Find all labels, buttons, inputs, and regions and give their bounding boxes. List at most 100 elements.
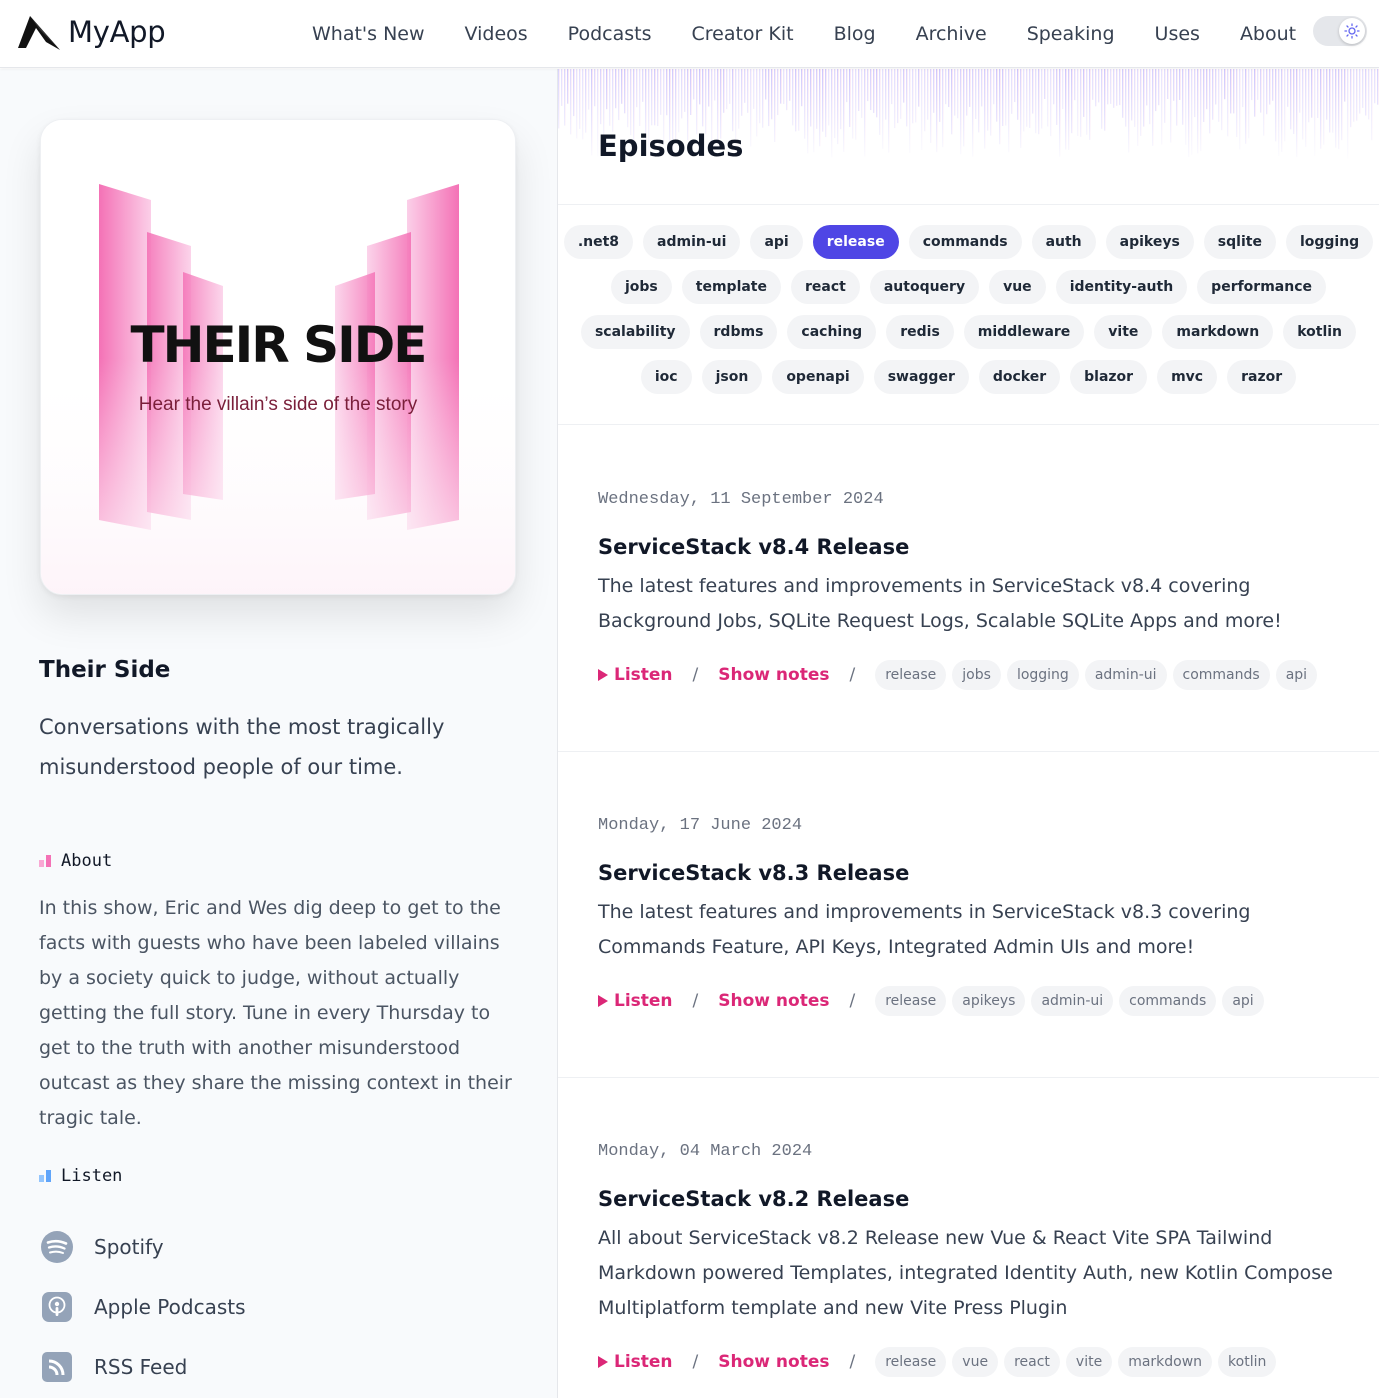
tag-filter-mvc[interactable]: mvc bbox=[1157, 360, 1218, 394]
listen-heading: Listen bbox=[39, 1166, 122, 1186]
listen-rss-feed[interactable]: RSS Feed bbox=[40, 1337, 246, 1397]
tag-filter-blazor[interactable]: blazor bbox=[1070, 360, 1148, 394]
nav-whats-new[interactable]: What's New bbox=[292, 23, 445, 45]
tag-row: jobs template react autoquery vue identity-au… bbox=[558, 270, 1379, 304]
tag-filter-openapi[interactable]: openapi bbox=[772, 360, 864, 394]
tag-filter-rdbms[interactable]: rdbms bbox=[699, 315, 778, 349]
episode-tag[interactable]: commands bbox=[1172, 660, 1270, 690]
tag-filter-ioc[interactable]: ioc bbox=[640, 360, 692, 394]
episodes-title: Episodes bbox=[598, 129, 744, 163]
episode-tag[interactable]: jobs bbox=[952, 660, 1001, 690]
episode-title[interactable]: ServiceStack v8.4 Release bbox=[598, 535, 909, 559]
tag-filter-kotlin[interactable]: kotlin bbox=[1283, 315, 1357, 349]
tag-filter-docker[interactable]: docker bbox=[978, 360, 1061, 394]
tag-filter-api[interactable]: api bbox=[750, 225, 803, 259]
show-notes-link[interactable]: Show notes bbox=[718, 991, 829, 1011]
tag-filter-net8[interactable]: .net8 bbox=[563, 225, 634, 259]
app-name: MyApp bbox=[68, 15, 166, 49]
tag-filter-identity-auth[interactable]: identity-auth bbox=[1055, 270, 1188, 304]
episode-tag[interactable]: release bbox=[875, 660, 947, 690]
tag-filter-caching[interactable]: caching bbox=[787, 315, 877, 349]
tag-row: scalability rdbms caching redis middleware vi… bbox=[558, 315, 1379, 349]
listen-link[interactable]: Listen bbox=[598, 1352, 673, 1372]
listen-spotify[interactable]: Spotify bbox=[40, 1217, 246, 1277]
tag-filter-react[interactable]: react bbox=[791, 270, 860, 304]
nav-archive[interactable]: Archive bbox=[896, 23, 1007, 45]
theme-toggle[interactable] bbox=[1313, 16, 1367, 46]
nav-podcasts[interactable]: Podcasts bbox=[548, 23, 672, 45]
episode-tags: release jobs logging admin-ui commands api bbox=[875, 660, 1318, 690]
nav-speaking[interactable]: Speaking bbox=[1007, 23, 1135, 45]
listen-links: Spotify Apple Podcasts RSS Feed bbox=[40, 1217, 246, 1397]
episode-description: The latest features and improvements in … bbox=[598, 575, 1282, 632]
episode-card: Wednesday, 11 September 2024 ServiceStac… bbox=[558, 426, 1379, 752]
episode-tag[interactable]: apikeys bbox=[952, 986, 1026, 1016]
tag-filter-autoquery[interactable]: autoquery bbox=[869, 270, 980, 304]
episode-tag[interactable]: logging bbox=[1006, 660, 1079, 690]
separator: / bbox=[849, 991, 856, 1011]
tag-filter-swagger[interactable]: swagger bbox=[873, 360, 969, 394]
tag-filter-scalability[interactable]: scalability bbox=[580, 315, 690, 349]
nav-blog[interactable]: Blog bbox=[814, 23, 896, 45]
episode-tag[interactable]: release bbox=[875, 1347, 947, 1377]
main-nav: What's New Videos Podcasts Creator Kit B… bbox=[292, 0, 1316, 68]
tag-filter-vite[interactable]: vite bbox=[1094, 315, 1153, 349]
episode-tag[interactable]: commands bbox=[1119, 986, 1217, 1016]
episode-tag[interactable]: react bbox=[1004, 1347, 1060, 1377]
tag-row: .net8 admin-ui api release commands auth apike… bbox=[558, 225, 1379, 259]
episode-tag[interactable]: api bbox=[1222, 986, 1264, 1016]
separator: / bbox=[692, 1352, 699, 1372]
nav-videos[interactable]: Videos bbox=[445, 23, 548, 45]
listen-link[interactable]: Listen bbox=[598, 665, 673, 685]
episode-title[interactable]: ServiceStack v8.3 Release bbox=[598, 861, 909, 885]
episode-tag[interactable]: vite bbox=[1065, 1347, 1113, 1377]
tag-filter-release[interactable]: release bbox=[812, 225, 899, 259]
nav-uses[interactable]: Uses bbox=[1135, 23, 1220, 45]
sun-icon bbox=[1344, 23, 1360, 39]
nav-creator-kit[interactable]: Creator Kit bbox=[671, 23, 813, 45]
episode-tag[interactable]: kotlin bbox=[1218, 1347, 1277, 1377]
episode-actions: Listen / Show notes / release apikeys admi… bbox=[598, 985, 1264, 1017]
tag-filter-logging[interactable]: logging bbox=[1285, 225, 1374, 259]
play-icon bbox=[598, 1356, 608, 1368]
tag-filter-performance[interactable]: performance bbox=[1197, 270, 1327, 304]
listen-apple-podcasts[interactable]: Apple Podcasts bbox=[40, 1277, 246, 1337]
tag-filter-middleware[interactable]: middleware bbox=[963, 315, 1085, 349]
episode-tag[interactable]: vue bbox=[952, 1347, 999, 1377]
rss-feed-label: RSS Feed bbox=[94, 1355, 188, 1379]
episode-tag[interactable]: markdown bbox=[1118, 1347, 1213, 1377]
tag-filter-admin-ui[interactable]: admin-ui bbox=[643, 225, 741, 259]
tag-filter-template[interactable]: template bbox=[681, 270, 781, 304]
episode-tag[interactable]: api bbox=[1275, 660, 1318, 690]
cover-title: THEIR SIDE bbox=[130, 316, 428, 374]
tag-filter-apikeys[interactable]: apikeys bbox=[1105, 225, 1194, 259]
episode-tag[interactable]: admin-ui bbox=[1084, 660, 1167, 690]
episode-description: All about ServiceStack v8.2 Release new … bbox=[598, 1227, 1333, 1319]
tag-filter-sqlite[interactable]: sqlite bbox=[1203, 225, 1276, 259]
podcast-cover[interactable]: THEIR SIDE Hear the villain’s side of th… bbox=[40, 119, 516, 595]
episode-date: Wednesday, 11 September 2024 bbox=[598, 490, 884, 509]
app-logo[interactable]: MyApp bbox=[16, 12, 166, 52]
bars-icon bbox=[39, 1170, 51, 1182]
episode-card: Monday, 17 June 2024 ServiceStack v8.3 R… bbox=[558, 752, 1379, 1078]
tag-filter-json[interactable]: json bbox=[701, 360, 763, 394]
episode-tags: release apikeys admin-ui commands api bbox=[875, 986, 1264, 1016]
play-icon bbox=[598, 995, 608, 1007]
tag-filter-jobs[interactable]: jobs bbox=[610, 270, 672, 304]
episode-tag[interactable]: admin-ui bbox=[1031, 986, 1114, 1016]
listen-link[interactable]: Listen bbox=[598, 991, 673, 1011]
tag-filter-markdown[interactable]: markdown bbox=[1162, 315, 1274, 349]
tag-filter-auth[interactable]: auth bbox=[1031, 225, 1096, 259]
tag-filter-redis[interactable]: redis bbox=[886, 315, 954, 349]
top-header: MyApp What's New Videos Podcasts Creator… bbox=[0, 0, 1379, 68]
show-notes-link[interactable]: Show notes bbox=[718, 665, 829, 685]
tag-filter-commands[interactable]: commands bbox=[908, 225, 1022, 259]
apple-podcasts-icon bbox=[40, 1290, 74, 1324]
episode-title[interactable]: ServiceStack v8.2 Release bbox=[598, 1187, 909, 1211]
tag-filter-razor[interactable]: razor bbox=[1227, 360, 1297, 394]
nav-about[interactable]: About bbox=[1220, 23, 1316, 45]
tag-filter-vue[interactable]: vue bbox=[989, 270, 1046, 304]
episode-tag[interactable]: release bbox=[875, 986, 947, 1016]
show-notes-link[interactable]: Show notes bbox=[718, 1352, 829, 1372]
separator: / bbox=[692, 991, 699, 1011]
